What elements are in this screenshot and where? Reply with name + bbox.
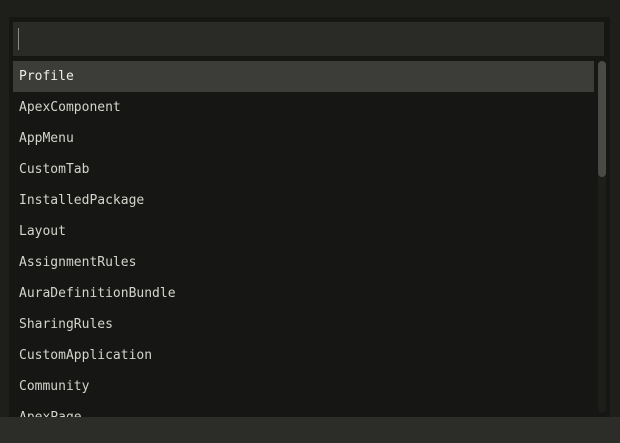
scrollbar-thumb[interactable] xyxy=(598,61,606,177)
metadata-type-list: Profile ApexComponent AppMenu CustomTab … xyxy=(13,61,594,417)
text-caret xyxy=(18,28,19,50)
search-input[interactable] xyxy=(23,22,593,56)
list-item[interactable]: AssignmentRules xyxy=(13,247,594,278)
quick-pick-panel: Profile ApexComponent AppMenu CustomTab … xyxy=(9,17,610,417)
list-item[interactable]: Layout xyxy=(13,216,594,247)
list-item[interactable]: InstalledPackage xyxy=(13,185,594,216)
window-bottom-strip xyxy=(0,417,620,443)
list-item[interactable]: CustomApplication xyxy=(13,340,594,371)
vertical-scrollbar[interactable] xyxy=(598,61,606,413)
list-item[interactable]: CustomTab xyxy=(13,154,594,185)
list-item[interactable]: Community xyxy=(13,371,594,402)
list-item[interactable]: AppMenu xyxy=(13,123,594,154)
window-top-strip xyxy=(0,0,620,17)
list-item[interactable]: ApexComponent xyxy=(13,92,594,123)
list-item[interactable]: Profile xyxy=(13,61,594,92)
search-box[interactable] xyxy=(13,22,604,56)
list-item[interactable]: AuraDefinitionBundle xyxy=(13,278,594,309)
list-item[interactable]: SharingRules xyxy=(13,309,594,340)
list-item[interactable]: ApexPage xyxy=(13,402,594,417)
